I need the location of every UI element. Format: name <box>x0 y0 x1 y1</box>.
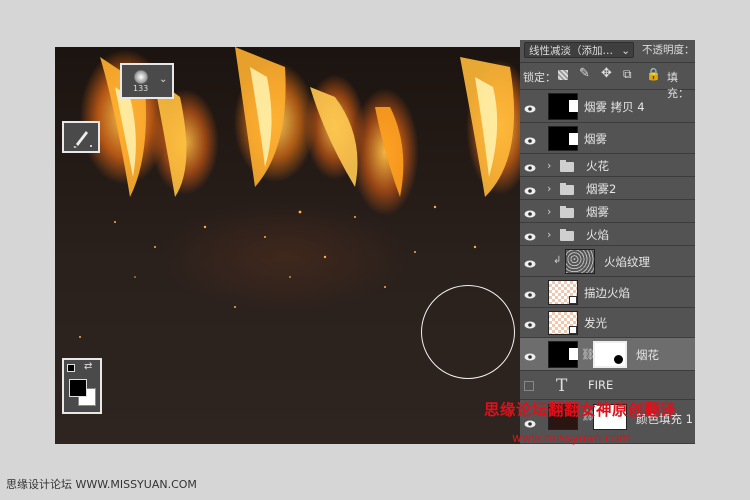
visibility-eye-icon[interactable] <box>524 103 536 112</box>
layer-name: 发光 <box>584 316 607 330</box>
lock-artboard-icon[interactable]: ⧉ <box>623 67 632 82</box>
folder-icon <box>560 205 574 218</box>
mask-dot <box>614 355 623 364</box>
layer-row[interactable]: 描边火焰 <box>520 277 695 308</box>
document-canvas[interactable]: 133 ⌄ ⇄ <box>55 47 520 444</box>
layer-row[interactable]: ⛓ 烟花 <box>520 338 695 371</box>
layer-row[interactable]: › 火焰 <box>520 223 695 246</box>
layer-mask-thumbnail <box>593 341 627 368</box>
layer-thumbnail <box>548 311 578 335</box>
layer-name: 烟雾 拷贝 4 <box>584 99 645 114</box>
mask-link-icon <box>569 348 578 360</box>
lock-all-icon[interactable]: 🔒 <box>646 67 661 81</box>
lock-transparent-icon[interactable] <box>558 70 568 80</box>
layer-row[interactable]: 发光 <box>520 308 695 338</box>
layer-thumbnail <box>548 280 578 305</box>
brush-cursor <box>421 285 515 379</box>
foreground-color-swatch[interactable] <box>69 379 87 397</box>
clip-arrow-icon: ↲ <box>553 254 562 266</box>
brush-size-label: 133 <box>133 84 149 93</box>
lock-bar: 锁定： ✎ ✥ ⧉ 🔒 填充： <box>520 63 695 100</box>
layer-thumbnail <box>548 341 578 368</box>
layer-name: 火焰 <box>586 227 609 242</box>
layer-name: 烟雾2 <box>586 181 617 196</box>
visibility-empty-box[interactable] <box>524 380 534 391</box>
brush-icon <box>73 131 92 148</box>
layers-panel: 线性减淡（添加… ⌄ 不透明度： 锁定： ✎ ✥ ⧉ 🔒 填充： 烟雾 拷贝 4… <box>520 40 695 444</box>
default-colors-icon[interactable] <box>67 364 75 372</box>
layer-row[interactable]: 烟雾 <box>520 123 695 154</box>
smart-object-badge-icon <box>569 296 577 304</box>
smart-object-badge-icon <box>569 326 577 334</box>
layer-row[interactable]: T FIRE <box>520 371 695 400</box>
layer-name: 火焰纹理 <box>604 254 650 269</box>
layer-thumbnail <box>548 126 578 151</box>
folder-icon <box>560 228 574 241</box>
layer-thumbnail <box>565 249 595 274</box>
mask-link-icon <box>569 100 578 112</box>
expand-chevron-icon[interactable]: › <box>547 205 551 218</box>
layer-row[interactable]: › 烟雾 <box>520 200 695 223</box>
blend-mode-value: 线性减淡（添加… <box>529 45 613 57</box>
text-layer-icon: T <box>556 375 568 396</box>
fire-text-artwork <box>79 47 515 338</box>
swap-colors-icon[interactable]: ⇄ <box>84 361 92 372</box>
visibility-eye-icon[interactable] <box>524 185 536 194</box>
watermark-url: www.missyuan.com <box>512 431 631 445</box>
opacity-label: 不透明度： <box>642 44 695 56</box>
brush-tool-button[interactable] <box>62 121 100 153</box>
lock-position-icon[interactable]: ✥ <box>601 66 612 81</box>
layer-row[interactable]: 烟雾 拷贝 4 <box>520 90 695 123</box>
watermark-text: 思缘论坛翻翻女神原创翻译 <box>484 401 677 419</box>
lock-label: 锁定： <box>523 71 556 84</box>
expand-chevron-icon[interactable]: › <box>547 228 551 241</box>
blend-bar: 线性减淡（添加… ⌄ 不透明度： <box>520 40 695 63</box>
expand-chevron-icon[interactable]: › <box>547 182 551 195</box>
folder-icon <box>560 182 574 195</box>
layer-name: FIRE <box>588 377 614 392</box>
layer-row[interactable]: ↲ 火焰纹理 <box>520 246 695 277</box>
brush-preset-picker[interactable]: 133 ⌄ <box>120 63 174 99</box>
blend-mode-dropdown[interactable]: 线性减淡（添加… ⌄ <box>524 42 634 58</box>
visibility-eye-icon[interactable] <box>524 258 536 267</box>
expand-chevron-icon[interactable]: › <box>547 159 551 172</box>
site-footer-text: 思缘设计论坛 WWW.MISSYUAN.COM <box>6 478 197 491</box>
visibility-eye-icon[interactable] <box>524 351 536 360</box>
layer-row[interactable]: › 火花 <box>520 154 695 177</box>
layer-name: 烟雾 <box>584 131 607 146</box>
chevron-down-icon: ⌄ <box>621 45 630 57</box>
mask-link-icon <box>569 133 578 145</box>
folder-icon <box>560 159 574 172</box>
visibility-eye-icon[interactable] <box>524 231 536 240</box>
chevron-down-icon: ⌄ <box>159 74 168 85</box>
layer-name: 烟雾 <box>586 204 609 219</box>
visibility-eye-icon[interactable] <box>524 162 536 171</box>
visibility-eye-icon[interactable] <box>524 319 536 329</box>
visibility-eye-icon[interactable] <box>524 135 536 144</box>
layer-name: 烟花 <box>636 347 659 362</box>
layer-thumbnail <box>548 93 578 120</box>
brush-tip-icon <box>134 70 148 84</box>
opacity-control[interactable]: 不透明度： <box>638 42 695 58</box>
layer-name: 火花 <box>586 158 609 173</box>
layer-row[interactable]: › 烟雾2 <box>520 177 695 200</box>
lock-pixels-icon[interactable]: ✎ <box>579 66 590 81</box>
color-swatches: ⇄ <box>62 358 102 414</box>
visibility-eye-icon[interactable] <box>524 289 536 298</box>
layer-name: 描边火焰 <box>584 285 630 300</box>
visibility-eye-icon[interactable] <box>524 208 536 217</box>
